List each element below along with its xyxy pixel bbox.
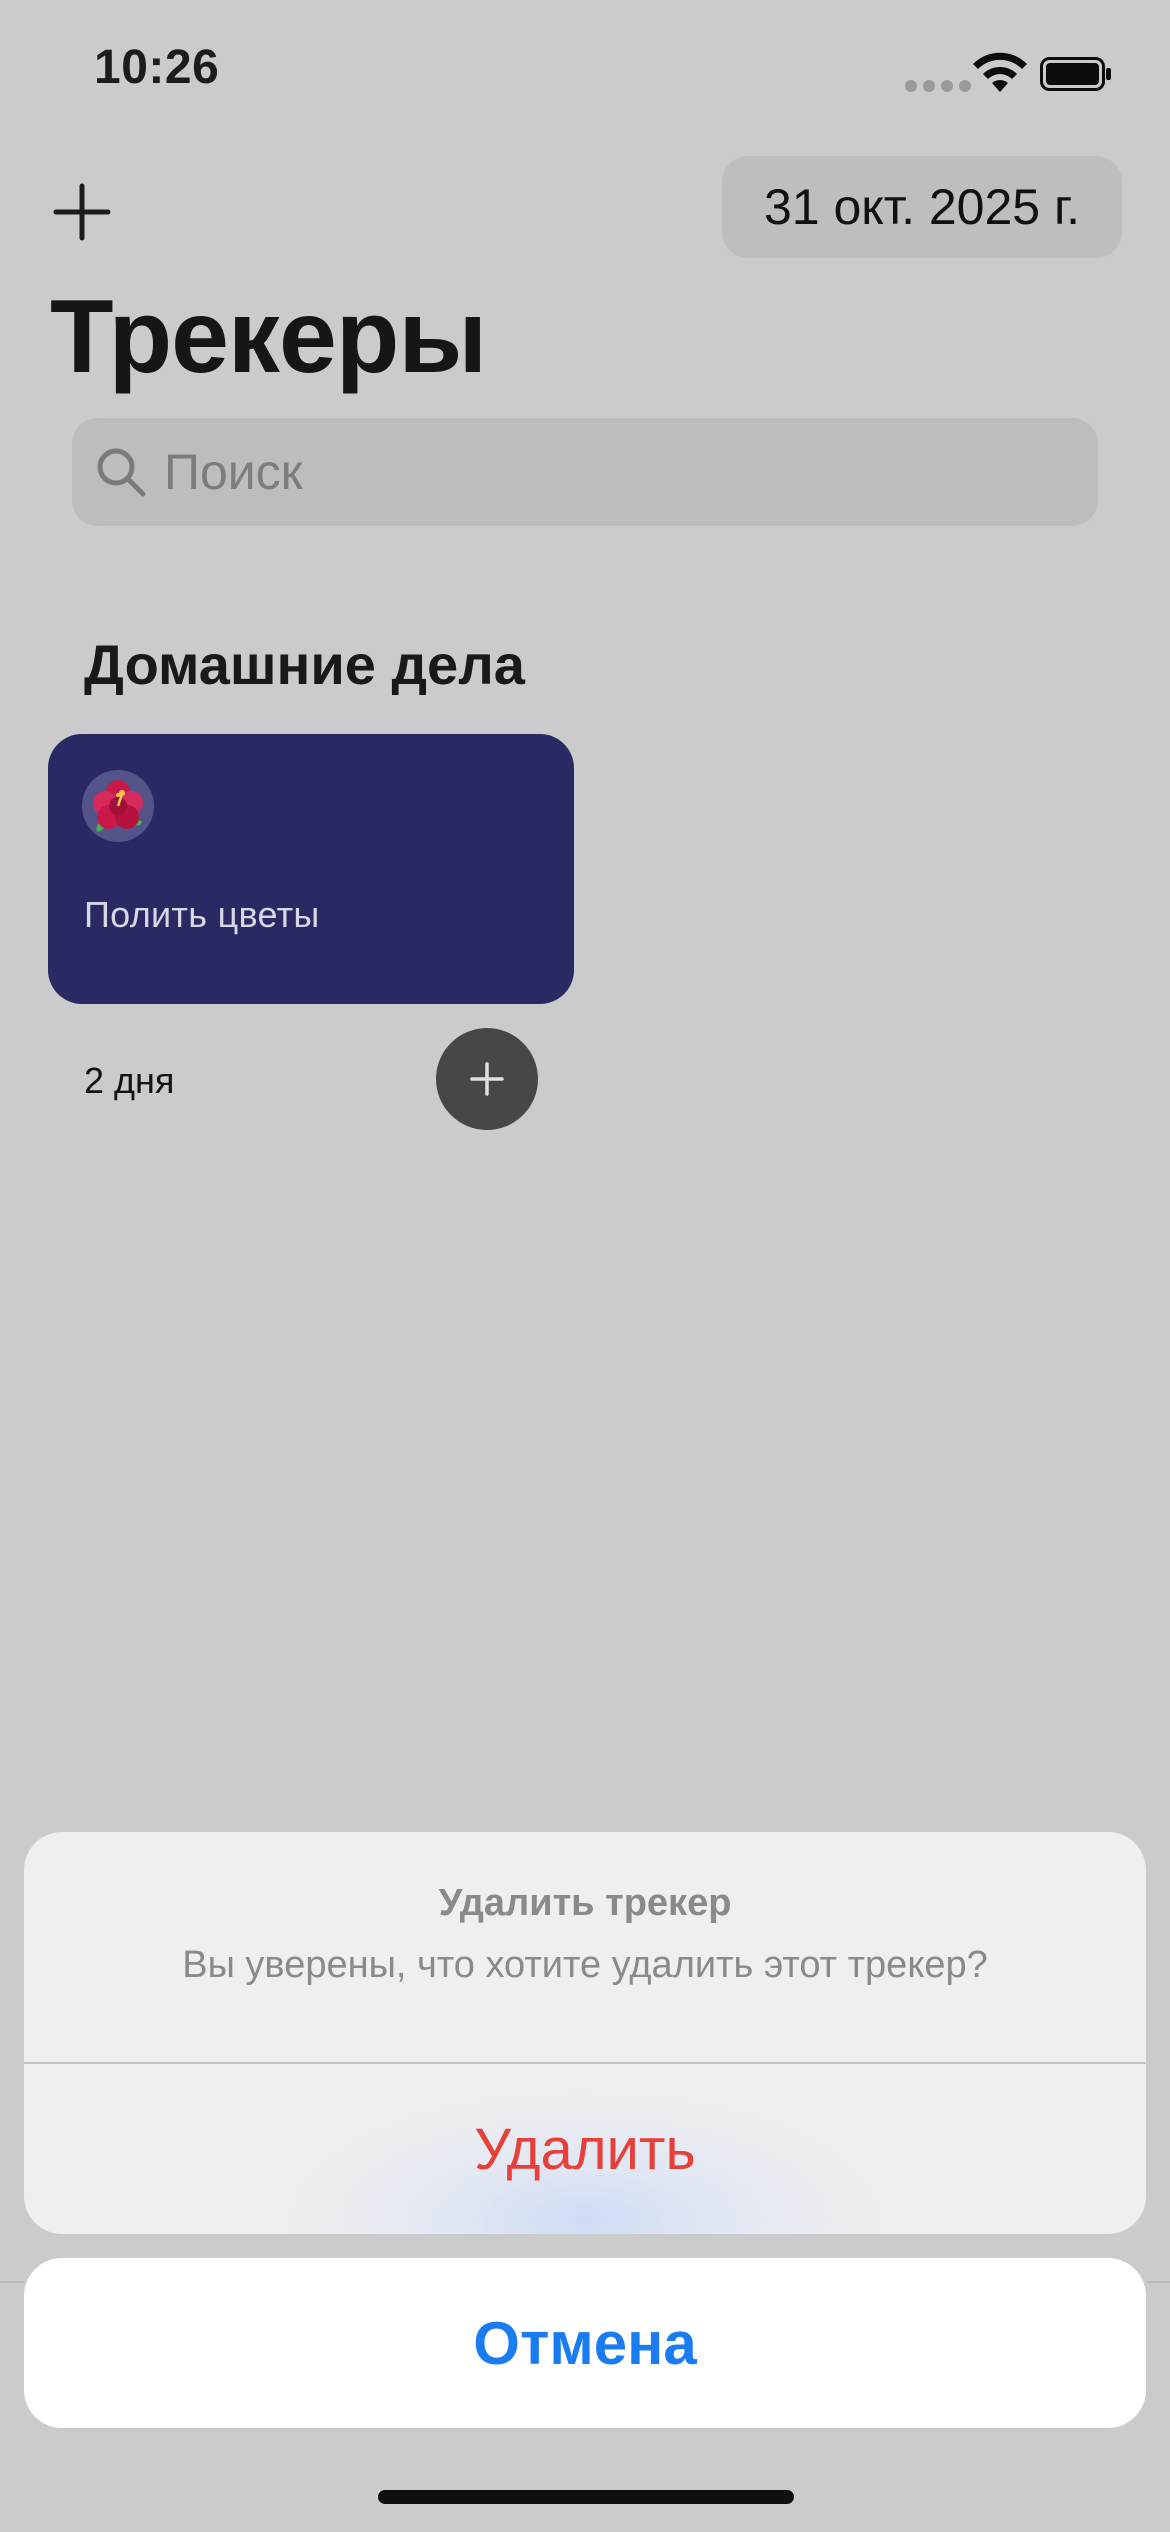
delete-button[interactable]: Удалить [24, 2064, 1146, 2234]
plus-icon[interactable] [52, 182, 112, 242]
plus-circle-icon [470, 1062, 504, 1096]
action-sheet-title: Удалить трекер [438, 1882, 732, 1924]
tracker-emoji [82, 770, 154, 842]
date-picker-button[interactable]: 31 окт. 2025 г. [722, 156, 1122, 258]
tracker-name: Полить цветы [84, 894, 320, 935]
search-input[interactable] [164, 443, 1044, 501]
cancel-button[interactable]: Отмена [24, 2258, 1146, 2428]
battery-icon [1040, 57, 1111, 91]
search-bar[interactable] [72, 418, 1098, 526]
divider [0, 2281, 24, 2283]
hibiscus-icon [93, 780, 143, 832]
cellular-signal-icon [905, 80, 971, 92]
tracker-card[interactable]: Полить цветы [48, 734, 574, 1004]
complete-tracker-button[interactable] [436, 1028, 538, 1130]
search-icon [97, 448, 146, 497]
divider [1146, 2281, 1170, 2283]
category-title: Домашние дела [84, 633, 525, 696]
home-indicator[interactable] [378, 2490, 794, 2504]
tracker-days-count: 2 дня [84, 1060, 175, 1101]
page-title: Трекеры [50, 279, 487, 395]
action-sheet: Удалить трекер Вы уверены, что хотите уд… [24, 1832, 1146, 2234]
action-sheet-message: Вы уверены, что хотите удалить этот трек… [182, 1944, 988, 1986]
status-time: 10:26 [94, 41, 220, 94]
wifi-icon [973, 52, 1027, 92]
